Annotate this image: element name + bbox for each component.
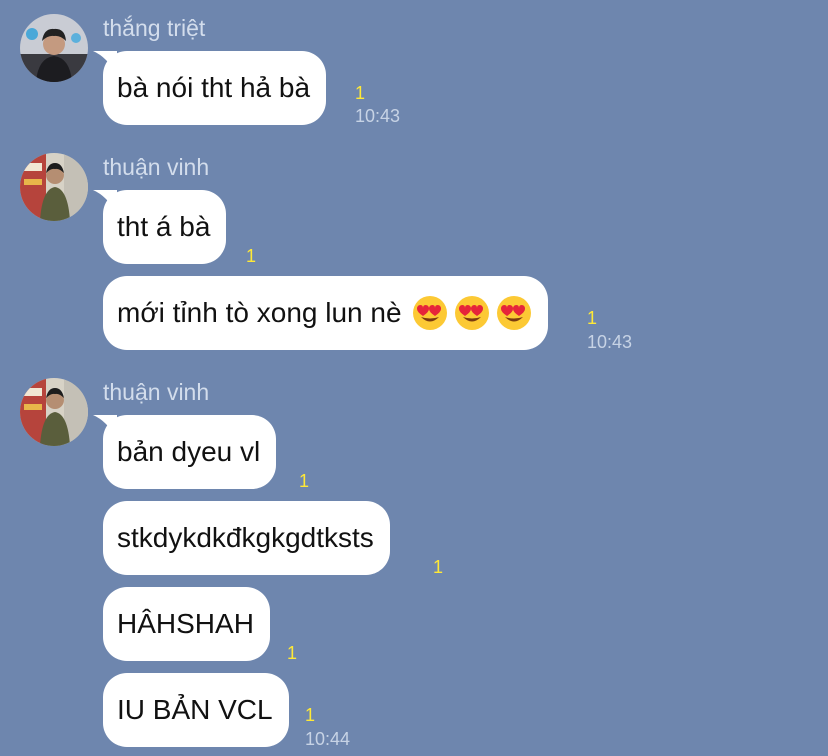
profile-photo-icon xyxy=(20,378,88,446)
profile-photo-icon xyxy=(20,153,88,221)
message-text: mới tỉnh tò xong lun nè xyxy=(117,297,402,328)
heart-eyes-emoji xyxy=(454,296,489,330)
heart-eyes-emoji xyxy=(496,296,531,330)
message-bubble[interactable]: tht á bà xyxy=(93,190,227,264)
message-time: 10:43 xyxy=(355,106,401,126)
message-text: tht á bà xyxy=(117,211,211,242)
bubble-tail xyxy=(93,415,117,439)
avatar-thang-triet[interactable] xyxy=(20,14,88,82)
read-count: 1 xyxy=(355,83,366,103)
read-count: 1 xyxy=(287,643,298,663)
sender-name: thuận vinh xyxy=(103,379,210,405)
message-time: 10:44 xyxy=(305,729,351,749)
read-count: 1 xyxy=(587,308,598,328)
message-bubble[interactable]: mới tỉnh tò xong lun nè xyxy=(103,276,548,350)
message-text: HÂHSHAH xyxy=(117,608,254,639)
message-text: stkdykdkđkgkgdtksts xyxy=(117,522,374,553)
read-count: 1 xyxy=(299,471,310,491)
message-bubble[interactable]: bản dyeu vl xyxy=(93,415,277,489)
profile-photo-icon xyxy=(20,14,88,82)
message-time: 10:43 xyxy=(587,332,633,352)
avatar-thuan-vinh[interactable] xyxy=(20,378,88,446)
message-text: IU BẢN VCL xyxy=(117,694,273,725)
message-bubble[interactable]: stkdykdkđkgkgdtksts xyxy=(103,501,390,575)
sender-name: thắng triệt xyxy=(103,15,206,41)
read-count: 1 xyxy=(246,246,257,266)
message-text: bà nói tht hả bà xyxy=(117,72,311,103)
read-count: 1 xyxy=(305,705,316,725)
bubble-tail xyxy=(93,190,117,214)
sender-name: thuận vinh xyxy=(103,154,210,180)
message-bubble[interactable]: bà nói tht hả bà xyxy=(93,51,327,125)
read-count: 1 xyxy=(433,557,444,577)
message-bubble[interactable]: HÂHSHAH xyxy=(103,587,270,661)
avatar-thuan-vinh[interactable] xyxy=(20,153,88,221)
message-text: bản dyeu vl xyxy=(117,436,261,467)
bubble-tail xyxy=(93,51,117,75)
message-bubble[interactable]: IU BẢN VCL xyxy=(103,673,289,747)
heart-eyes-emoji xyxy=(412,296,447,330)
